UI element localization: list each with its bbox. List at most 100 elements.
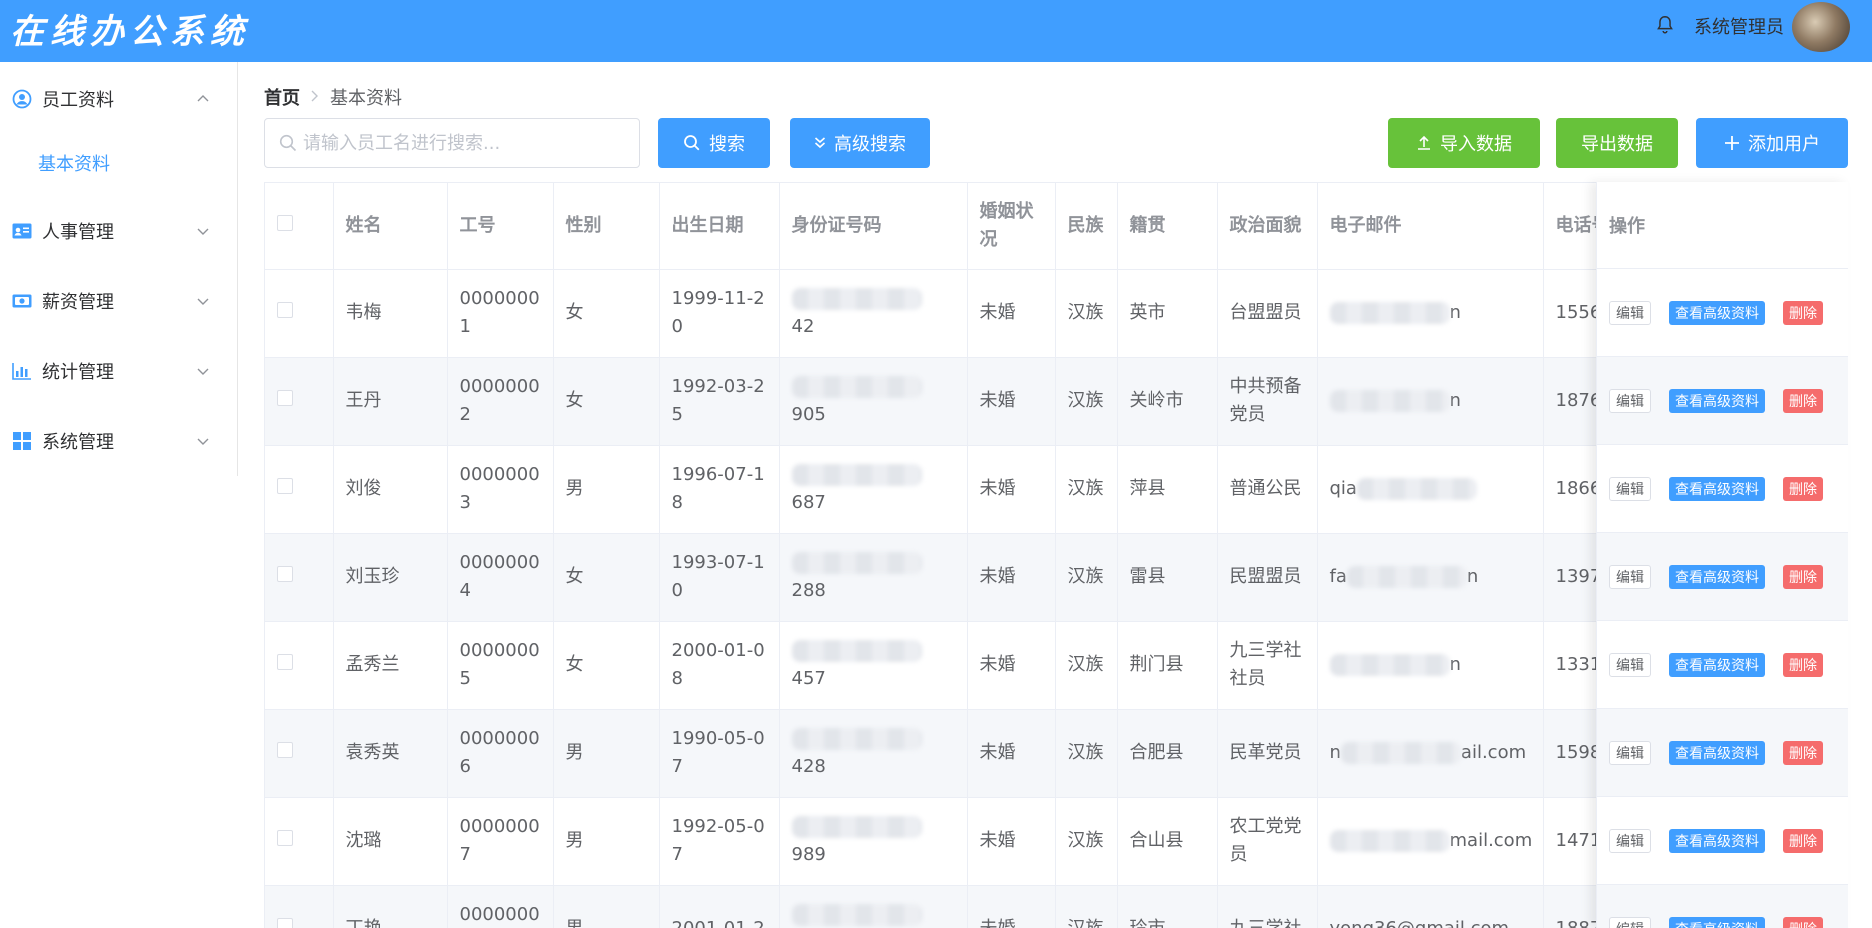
row-select-cell[interactable] [265, 269, 334, 358]
cell-politics: 民革党员 [1217, 709, 1318, 798]
edit-button[interactable]: 编辑 [1609, 740, 1651, 765]
view-advanced-button[interactable]: 查看高级资料 [1669, 740, 1765, 765]
search-input[interactable] [303, 129, 629, 157]
edit-button[interactable]: 编辑 [1609, 300, 1651, 325]
add-user-button[interactable]: 添加用户 [1696, 118, 1848, 168]
row-checkbox[interactable] [277, 302, 293, 318]
row-select-cell[interactable] [265, 797, 334, 886]
view-advanced-button[interactable]: 查看高级资料 [1669, 388, 1765, 413]
delete-button[interactable]: 删除 [1783, 828, 1823, 853]
cell-id: 00000007 [447, 797, 554, 886]
row-select-cell[interactable] [265, 885, 334, 928]
cell-origin: 合肥县 [1117, 709, 1218, 798]
col-header-email: 电子邮件 [1317, 183, 1544, 270]
sidebar-item-label: 统计管理 [42, 362, 114, 383]
cell-nation: 汉族 [1055, 445, 1118, 534]
cell-idcard: 52 [779, 885, 968, 928]
delete-button[interactable]: 删除 [1783, 300, 1823, 325]
row-select-cell[interactable] [265, 533, 334, 622]
view-advanced-button[interactable]: 查看高级资料 [1669, 564, 1765, 589]
cell-nation: 汉族 [1055, 885, 1118, 928]
cell-email: mail.com [1317, 797, 1544, 886]
cell-name: 沈璐 [333, 797, 448, 886]
view-advanced-button[interactable]: 查看高级资料 [1669, 652, 1765, 677]
sidebar-item-label: 系统管理 [42, 432, 114, 453]
cell-id: 00000006 [447, 709, 554, 798]
email-suffix: n [1466, 566, 1479, 587]
row-checkbox[interactable] [277, 830, 293, 846]
row-checkbox[interactable] [277, 654, 293, 670]
view-advanced-button[interactable]: 查看高级资料 [1669, 828, 1765, 853]
actions-row: 编辑 查看高级资料 删除 [1597, 885, 1848, 928]
advanced-search-button[interactable]: 高级搜索 [790, 118, 930, 168]
upload-icon [1418, 135, 1430, 150]
email-suffix: n [1449, 302, 1461, 323]
view-advanced-button[interactable]: 查看高级资料 [1669, 476, 1765, 501]
delete-button[interactable]: 删除 [1783, 476, 1823, 501]
row-checkbox[interactable] [277, 390, 293, 406]
row-select-cell[interactable] [265, 445, 334, 534]
export-data-button[interactable]: 导出数据 [1556, 118, 1678, 168]
sidebar-item-hr[interactable]: 人事管理 [0, 203, 238, 259]
breadcrumb-home[interactable]: 首页 [264, 84, 300, 110]
sidebar-subitem-basic-info[interactable]: 基本资料 [0, 135, 238, 191]
search-button[interactable]: 搜索 [658, 118, 770, 168]
sidebar-item-system[interactable]: 系统管理 [0, 413, 238, 469]
row-select-cell[interactable] [265, 709, 334, 798]
cell-gender: 男 [553, 797, 660, 886]
delete-button[interactable]: 删除 [1783, 652, 1823, 677]
sidebar-item-employee-info[interactable]: 员工资料 [0, 71, 238, 127]
email-suffix: mail.com [1449, 830, 1533, 851]
cell-idcard: 687 [779, 445, 968, 534]
edit-button[interactable]: 编辑 [1609, 564, 1651, 589]
import-data-button[interactable]: 导入数据 [1388, 118, 1540, 168]
row-select-cell[interactable] [265, 621, 334, 710]
select-all-checkbox[interactable] [277, 214, 293, 231]
actions-row: 编辑查看高级资料删除 [1597, 709, 1848, 797]
redacted-blur [1346, 566, 1467, 588]
row-select-cell[interactable] [265, 357, 334, 446]
cell-name: 丁艳 [333, 885, 448, 928]
cell-email: n [1317, 621, 1544, 710]
edit-button[interactable]: 编辑 [1609, 476, 1651, 501]
sidebar-item-salary[interactable]: 薪资管理 [0, 273, 238, 329]
cell-marriage: 未婚 [967, 533, 1056, 622]
row-checkbox[interactable] [277, 918, 293, 928]
edit-button[interactable]: 编辑 [1609, 652, 1651, 677]
sidebar-item-statistics[interactable]: 统计管理 [0, 343, 238, 399]
redacted-blur [1356, 478, 1477, 500]
avatar[interactable] [1792, 2, 1850, 52]
user-name[interactable]: 系统管理员 [1694, 13, 1784, 39]
edit-button[interactable]: 编辑 [1609, 916, 1651, 928]
delete-button[interactable]: 删除 [1783, 740, 1823, 765]
sidebar-subitem-label: 基本资料 [38, 154, 110, 175]
cell-id: 00000001 [447, 269, 554, 358]
delete-button[interactable]: 删除 [1783, 564, 1823, 589]
cell-name: 孟秀兰 [333, 621, 448, 710]
chevron-up-icon [197, 95, 209, 102]
cell-email: n ail.com [1317, 709, 1544, 798]
redacted-blur [1329, 390, 1450, 412]
select-all-cell[interactable] [265, 183, 334, 270]
cell-politics: 九三学社社员 [1217, 621, 1318, 710]
row-checkbox[interactable] [277, 742, 293, 758]
view-advanced-button[interactable]: 查看高级资料 [1669, 916, 1765, 928]
cell-id: 00000008 [447, 885, 554, 928]
delete-button[interactable]: 删除 [1783, 916, 1823, 928]
cell-politics: 九三学社 [1217, 885, 1318, 928]
cell-gender: 女 [553, 533, 660, 622]
delete-button[interactable]: 删除 [1783, 388, 1823, 413]
operations-column: 操作 编辑 查看高级资料 删除 编辑 查看高级资料 删除 编辑 查看高级资料 删除 编辑 查看高级资… [1596, 182, 1848, 928]
row-checkbox[interactable] [277, 478, 293, 494]
cell-gender: 女 [553, 357, 660, 446]
col-header-idcard: 身份证号码 [779, 183, 968, 270]
bell-icon[interactable] [1654, 14, 1676, 36]
edit-button[interactable]: 编辑 [1609, 388, 1651, 413]
cell-id: 00000003 [447, 445, 554, 534]
edit-button[interactable]: 编辑 [1609, 828, 1651, 853]
view-advanced-button[interactable]: 查看高级资料 [1669, 300, 1765, 325]
cell-marriage: 未婚 [967, 357, 1056, 446]
cell-politics: 民盟盟员 [1217, 533, 1318, 622]
row-checkbox[interactable] [277, 566, 293, 582]
cell-nation: 汉族 [1055, 621, 1118, 710]
